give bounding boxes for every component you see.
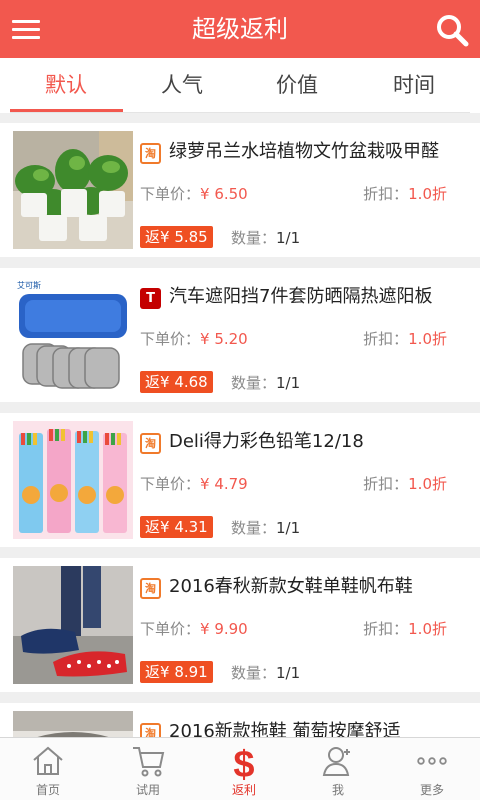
price-value: ¥ 9.90 <box>200 620 248 638</box>
discount-value: 1.0折 <box>408 620 447 638</box>
nav-me[interactable]: 我 <box>290 738 386 800</box>
bottom-nav: 首页 试用 $ 返利 我 更多 <box>0 737 480 800</box>
taobao-source-icon: 淘 <box>140 433 161 454</box>
list-item[interactable]: 淘 2016春秋新款女鞋单鞋帆布鞋 下单价：¥ 9.90 折扣：1.0折 返¥ … <box>0 558 480 692</box>
nav-home[interactable]: 首页 <box>0 738 96 800</box>
tab-default[interactable]: 默认 <box>6 58 126 113</box>
nav-me-label: 我 <box>331 783 344 797</box>
product-image-sunshade[interactable]: 艾可斯 <box>13 276 133 394</box>
order-price: 下单价：¥ 9.90 <box>140 620 248 638</box>
order-price: 下单价：¥ 5.20 <box>140 330 248 348</box>
price-value: ¥ 4.79 <box>200 475 248 493</box>
product-image-pencils[interactable] <box>13 421 133 539</box>
nav-trial[interactable]: 试用 <box>100 738 196 800</box>
nav-home-label: 首页 <box>35 783 60 797</box>
quantity: 数量：1/1 <box>231 519 301 537</box>
list-item[interactable]: 淘 绿萝吊兰水培植物文竹盆栽吸甲醛 下单价：¥ 6.50 折扣：1.0折 返¥ … <box>0 123 480 257</box>
discount-value: 1.0折 <box>408 475 447 493</box>
quantity: 数量：1/1 <box>231 374 301 392</box>
product-title[interactable]: Deli得力彩色铅笔12/18 <box>169 427 469 453</box>
discount: 折扣：1.0折 <box>363 185 447 203</box>
rebate-badge: 返¥ 8.91 <box>140 661 213 683</box>
taobao-source-icon: 淘 <box>140 723 161 737</box>
product-title[interactable]: 绿萝吊兰水培植物文竹盆栽吸甲醛 <box>169 137 469 163</box>
cart-icon <box>130 743 166 779</box>
discount: 折扣：1.0折 <box>363 620 447 638</box>
product-image-shoes[interactable] <box>13 566 133 684</box>
rebate-badge: 返¥ 5.85 <box>140 226 213 248</box>
taobao-source-icon: 淘 <box>140 578 161 599</box>
price-value: ¥ 6.50 <box>200 185 248 203</box>
nav-trial-label: 试用 <box>135 783 160 797</box>
list-item[interactable]: 淘 Deli得力彩色铅笔12/18 下单价：¥ 4.79 折扣：1.0折 返¥ … <box>0 413 480 547</box>
nav-rebate[interactable]: $ 返利 <box>196 738 292 800</box>
discount: 折扣：1.0折 <box>363 330 447 348</box>
quantity: 数量：1/1 <box>231 664 301 682</box>
search-icon[interactable] <box>434 12 470 48</box>
app-header: 超级返利 <box>0 0 480 58</box>
svg-text:$: $ <box>233 744 254 783</box>
discount: 折扣：1.0折 <box>363 475 447 493</box>
product-title[interactable]: 2016春秋新款女鞋单鞋帆布鞋 <box>169 572 469 598</box>
rebate-badge: 返¥ 4.68 <box>140 371 213 393</box>
discount-value: 1.0折 <box>408 185 447 203</box>
tab-time[interactable]: 时间 <box>354 58 474 113</box>
tab-value[interactable]: 价值 <box>237 58 357 113</box>
order-price: 下单价：¥ 4.79 <box>140 475 248 493</box>
order-price: 下单价：¥ 6.50 <box>140 185 248 203</box>
price-value: ¥ 5.20 <box>200 330 248 348</box>
quantity-value: 1/1 <box>276 664 301 682</box>
taobao-source-icon: 淘 <box>140 143 161 164</box>
nav-more[interactable]: 更多 <box>384 738 480 800</box>
quantity-value: 1/1 <box>276 374 301 392</box>
page-title: 超级返利 <box>192 15 288 43</box>
list-item[interactable]: 艾可斯 T 汽车遮阳挡7件套防晒隔热遮阳板 下单价：¥ 5.20 折扣：1.0折… <box>0 268 480 402</box>
discount-value: 1.0折 <box>408 330 447 348</box>
nav-more-label: 更多 <box>419 783 444 797</box>
product-title[interactable]: 2016新款拖鞋 葡萄按摩舒适 <box>169 717 469 737</box>
quantity-value: 1/1 <box>276 229 301 247</box>
user-icon <box>320 743 356 779</box>
product-title[interactable]: 汽车遮阳挡7件套防晒隔热遮阳板 <box>169 282 469 308</box>
quantity-value: 1/1 <box>276 519 301 537</box>
more-icon <box>414 743 450 779</box>
product-image-plants[interactable] <box>13 131 133 249</box>
tmall-source-icon: T <box>140 288 161 309</box>
svg-text:艾可斯: 艾可斯 <box>17 280 41 290</box>
nav-rebate-label: 返利 <box>231 783 256 797</box>
home-icon <box>30 743 66 779</box>
rebate-badge: 返¥ 4.31 <box>140 516 213 538</box>
sort-tabs: 默认 人气 价值 时间 <box>0 58 480 113</box>
list-item[interactable]: 淘 2016新款拖鞋 葡萄按摩舒适 <box>0 703 480 737</box>
tab-popularity[interactable]: 人气 <box>122 58 242 113</box>
product-image-slippers[interactable] <box>13 711 133 737</box>
quantity: 数量：1/1 <box>231 229 301 247</box>
dollar-icon: $ <box>226 743 262 786</box>
product-list[interactable]: 淘 绿萝吊兰水培植物文竹盆栽吸甲醛 下单价：¥ 6.50 折扣：1.0折 返¥ … <box>0 113 480 737</box>
